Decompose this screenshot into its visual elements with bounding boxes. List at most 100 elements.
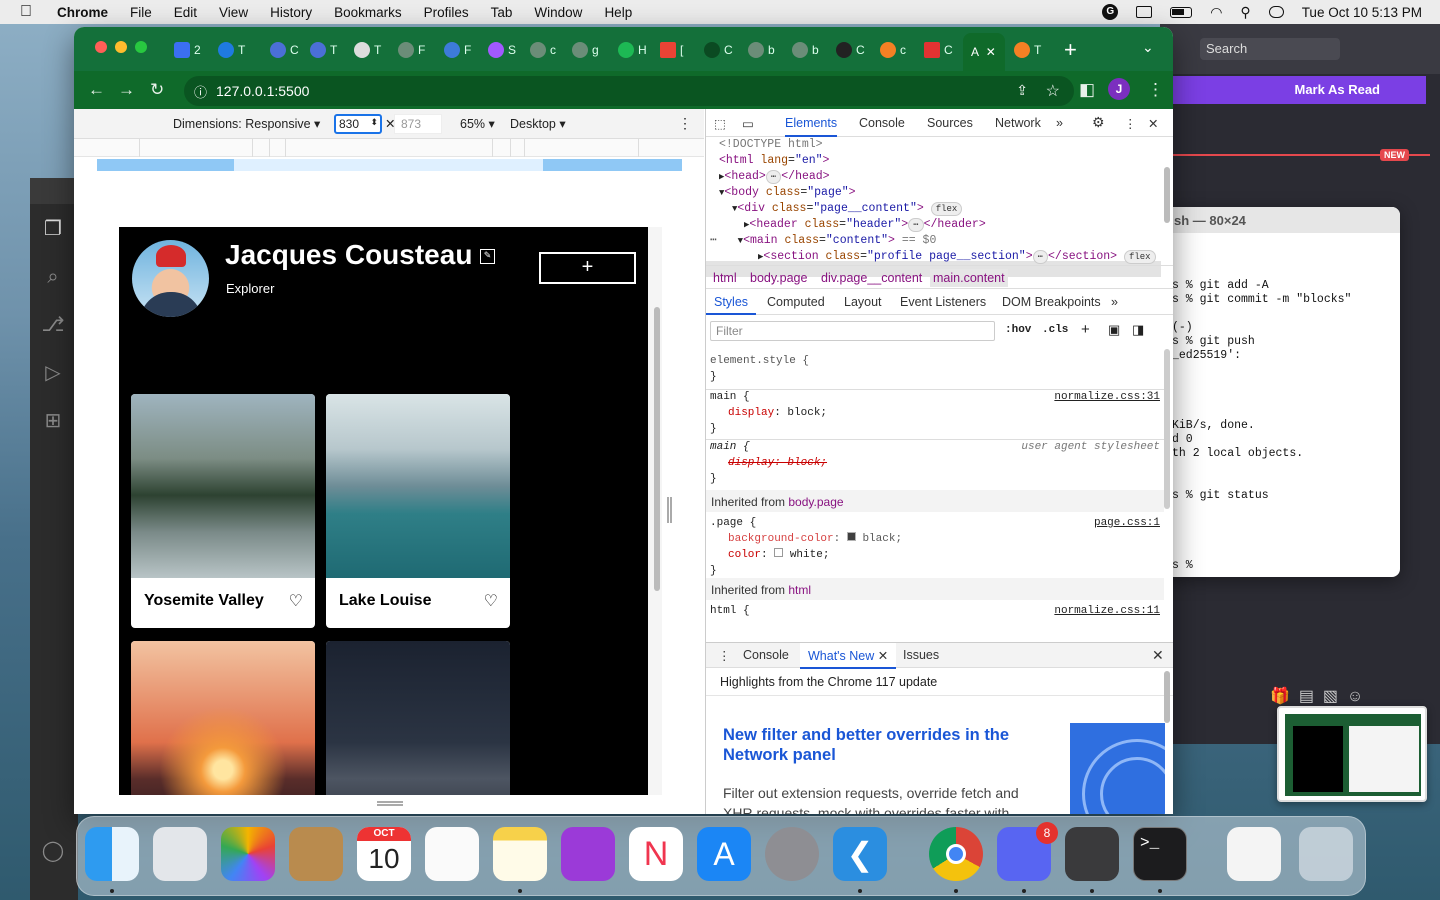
downloads-stack-icon[interactable] <box>1227 827 1281 881</box>
calendar-icon[interactable]: OCT 10 <box>357 827 411 881</box>
browser-tab[interactable]: T <box>1014 37 1041 63</box>
screenshot-thumbnail[interactable] <box>1277 706 1427 802</box>
card-image[interactable] <box>326 394 510 578</box>
site-info-icon[interactable]: ⓘ <box>194 82 207 101</box>
terminal-icon[interactable]: >_ <box>1133 827 1187 881</box>
new-tab-button[interactable]: + <box>1064 37 1077 63</box>
bookmark-star-icon[interactable]: ☆ <box>1046 81 1060 101</box>
reminders-icon[interactable] <box>425 827 479 881</box>
media-query-bar-left[interactable] <box>97 159 234 171</box>
address-bar[interactable]: ⓘ 127.0.0.1:5500 ⇪ ☆ <box>184 76 1074 106</box>
dom-line[interactable]: ▶<header class="header"> ⋯ </header> <box>744 217 986 233</box>
viewport-resize-handle-right[interactable] <box>667 497 672 523</box>
browser-tab[interactable]: c <box>530 37 556 63</box>
rule-selector[interactable]: main { <box>710 439 750 455</box>
dom-line[interactable]: <!DOCTYPE html> <box>719 137 823 153</box>
app-store-icon[interactable]: A <box>697 827 751 881</box>
page-scrollbar[interactable] <box>654 307 660 591</box>
menu-edit[interactable]: Edit <box>163 5 208 20</box>
menubar-clock[interactable]: Tue Oct 10 5:13 PM <box>1302 5 1422 20</box>
dimensions-select[interactable]: Dimensions: Responsive ▾ <box>173 116 320 131</box>
run-debug-icon[interactable]: ▷ <box>40 360 66 386</box>
tab-search-chevron-icon[interactable]: ⌄ <box>1142 39 1154 56</box>
explorer-icon[interactable]: ❐ <box>40 216 66 242</box>
search-icon[interactable]: ⌕ <box>40 264 66 290</box>
spotlight-search-icon[interactable]: ⚲ <box>1240 4 1250 21</box>
menu-profiles[interactable]: Profiles <box>413 5 480 20</box>
sidebar-toggle-icon[interactable]: ◨ <box>1132 322 1144 338</box>
menu-app-name[interactable]: Chrome <box>46 5 119 20</box>
rule-source-link[interactable]: normalize.css:11 <box>1054 603 1160 619</box>
tab-event-listeners[interactable]: Event Listeners <box>900 295 986 309</box>
chrome-menu-icon[interactable]: ⋮ <box>1147 80 1164 100</box>
dom-line[interactable]: ▶<section class="profile page__section">… <box>758 249 1156 265</box>
browser-tab[interactable]: b <box>748 37 775 63</box>
extensions-icon[interactable]: ⊞ <box>40 408 66 434</box>
more-tabs-icon[interactable]: » <box>1056 116 1063 130</box>
drawer-tab-whats-new[interactable]: What's New ✕ <box>800 643 897 669</box>
drawer-menu-icon[interactable]: ⋮ <box>718 648 731 663</box>
browser-tab[interactable]: C <box>924 37 953 63</box>
browser-tab[interactable]: F <box>444 37 471 63</box>
wifi-icon[interactable]: ◠ <box>1210 4 1222 21</box>
menu-window[interactable]: Window <box>523 5 593 20</box>
new-style-rule-icon[interactable]: + <box>1081 321 1090 338</box>
drawer-tab-console[interactable]: Console <box>743 648 789 662</box>
reload-icon[interactable]: ↻ <box>150 80 164 100</box>
system-settings-icon[interactable] <box>765 827 819 881</box>
rule-declaration[interactable]: color: white; <box>728 547 829 563</box>
browser-tab[interactable]: c <box>880 37 906 63</box>
card-image[interactable] <box>131 394 315 578</box>
class-toggle[interactable]: .cls <box>1042 324 1068 336</box>
close-tab-icon[interactable]: ✕ <box>878 649 888 663</box>
stepper-icon[interactable]: ⬍ <box>370 117 378 128</box>
rule-source-link[interactable]: normalize.css:31 <box>1054 389 1160 405</box>
rule-selector[interactable]: element.style { <box>710 353 809 369</box>
zoom-window-button[interactable] <box>135 41 147 53</box>
browser-tab[interactable]: H <box>618 37 647 63</box>
profile-avatar-image[interactable] <box>132 240 209 317</box>
browser-tab[interactable]: [ <box>660 37 683 63</box>
dom-line[interactable]: ▼<body class="page"> <box>719 185 856 201</box>
close-devtools-icon[interactable]: ✕ <box>1148 116 1158 131</box>
browser-tab[interactable]: F <box>398 37 425 63</box>
paint-brush-icon[interactable]: ▣ <box>1108 322 1120 338</box>
dom-line[interactable]: ▼<div class="page__content"> flex <box>732 201 963 217</box>
account-icon[interactable]: ◯ <box>40 838 66 864</box>
battery-icon[interactable] <box>1170 6 1193 18</box>
devtools-more-icon[interactable]: ⋮ <box>1124 116 1137 131</box>
menu-help[interactable]: Help <box>593 5 643 20</box>
launchpad-icon[interactable] <box>153 827 207 881</box>
podcasts-icon[interactable] <box>561 827 615 881</box>
breadcrumb-item-current[interactable]: main.content <box>930 269 1008 287</box>
height-input[interactable]: 873 <box>394 114 442 134</box>
browser-tab[interactable]: 2 <box>174 37 201 63</box>
close-window-button[interactable] <box>95 41 107 53</box>
width-input[interactable]: 830 ⬍ <box>334 114 382 134</box>
active-browser-tab[interactable]: A ✕ <box>963 33 1005 71</box>
tab-layout[interactable]: Layout <box>844 295 882 309</box>
browser-tab[interactable]: T <box>218 37 245 63</box>
breadcrumb-item[interactable]: body.page <box>750 271 807 285</box>
keyboard-icon[interactable] <box>1136 6 1153 18</box>
minimize-window-button[interactable] <box>115 41 127 53</box>
inspect-element-icon[interactable]: ⬚ <box>714 116 726 131</box>
close-drawer-icon[interactable]: ✕ <box>1152 647 1164 664</box>
close-tab-icon[interactable]: ✕ <box>986 45 996 59</box>
apple-menu-icon[interactable]:  <box>0 3 46 21</box>
tab-network[interactable]: Network <box>995 116 1041 130</box>
edit-profile-icon[interactable]: ✎ <box>480 249 495 264</box>
viewport-resize-handle-bottom[interactable] <box>377 801 403 806</box>
browser-tab[interactable]: C <box>836 37 865 63</box>
styles-filter-input[interactable]: Filter <box>710 321 995 341</box>
browser-tab[interactable]: C <box>704 37 733 63</box>
media-query-bar-right[interactable] <box>543 159 682 171</box>
device-toggle-icon[interactable]: ▭ <box>742 116 754 131</box>
menu-tab[interactable]: Tab <box>480 5 524 20</box>
breadcrumb-item[interactable]: div.page__content <box>821 271 922 285</box>
menu-history[interactable]: History <box>259 5 323 20</box>
browser-tab[interactable]: T <box>354 37 381 63</box>
dom-line[interactable]: <html lang="en"> <box>719 153 829 169</box>
styles-scrollbar[interactable] <box>1164 349 1170 509</box>
profile-avatar[interactable]: J <box>1108 78 1130 100</box>
